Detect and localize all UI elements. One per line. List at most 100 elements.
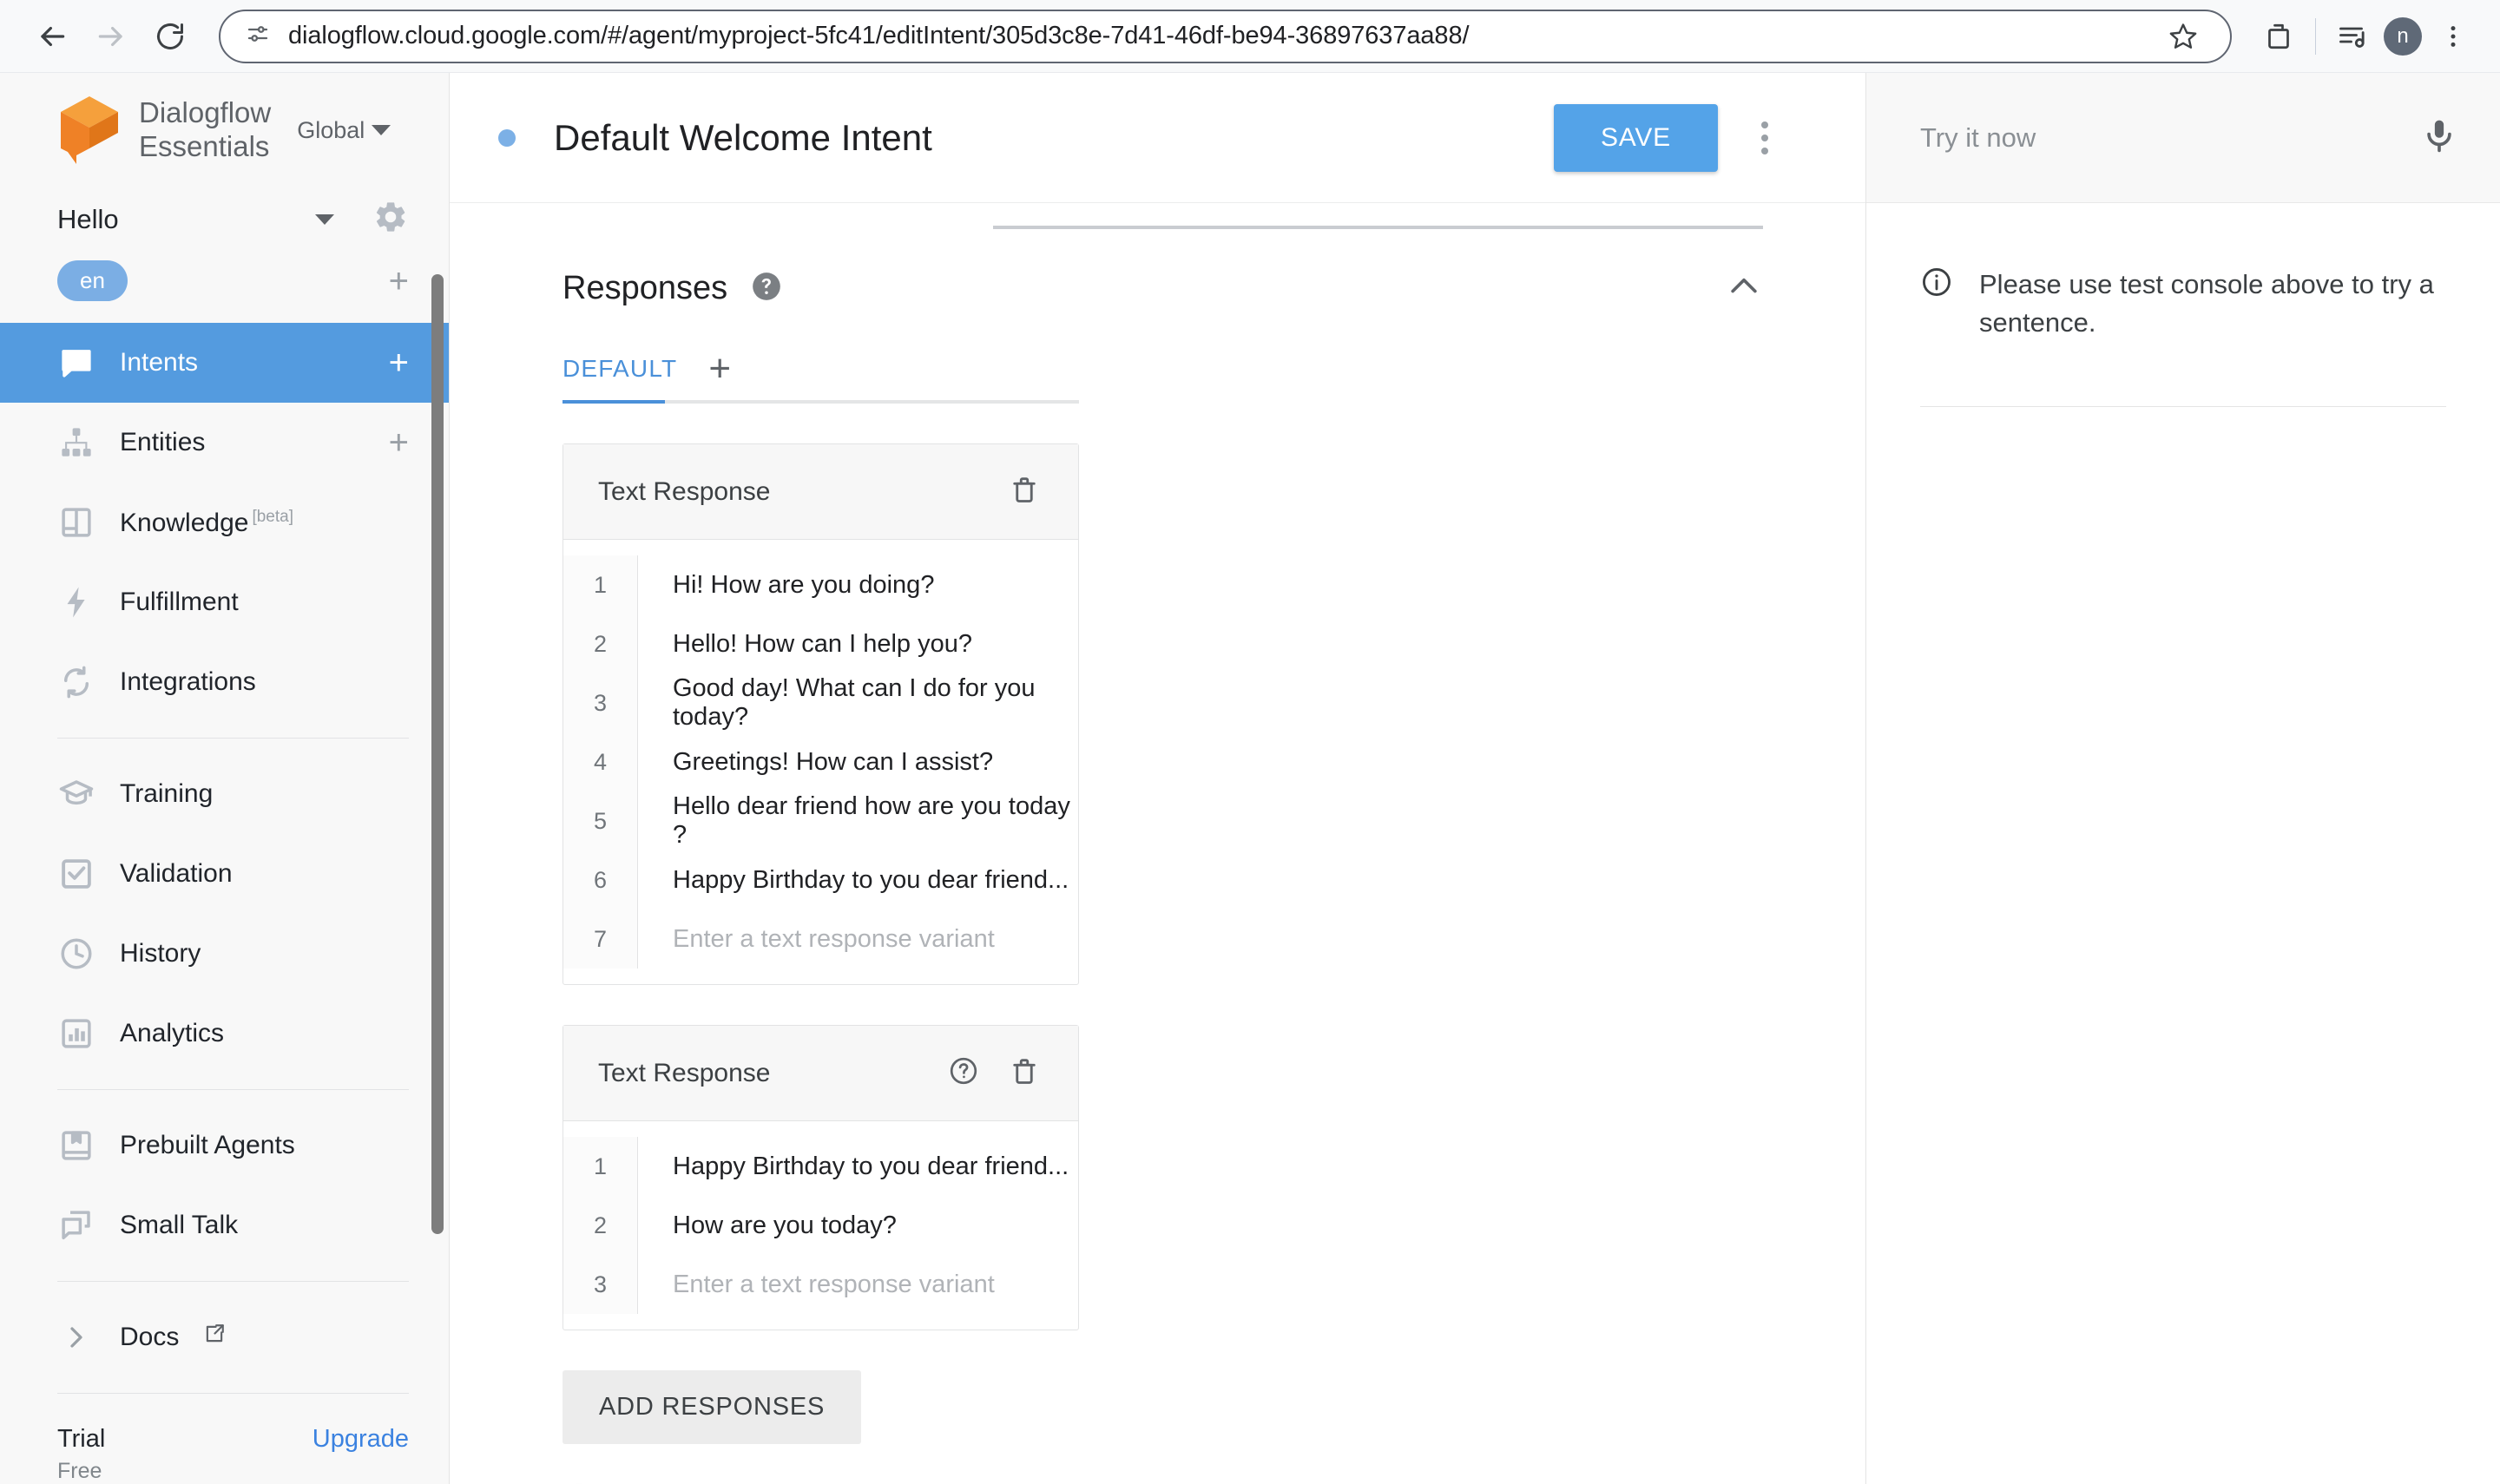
try-it-now-panel: Try it now Please use test console above… — [1866, 73, 2500, 1484]
variant-number: 6 — [563, 850, 638, 909]
add-language-button[interactable]: + — [389, 264, 409, 299]
variant-number: 2 — [563, 1196, 638, 1255]
intent-header: Default Welcome Intent SAVE — [450, 73, 1865, 203]
agent-name-label: Hello — [57, 203, 119, 234]
address-bar[interactable]: dialogflow.cloud.google.com/#/agent/mypr… — [219, 9, 2232, 63]
sidebar-item-analytics[interactable]: Analytics — [0, 994, 449, 1074]
variant-row-empty[interactable]: 7 Enter a text response variant — [563, 909, 1078, 969]
sidebar-item-history[interactable]: History — [0, 914, 449, 994]
site-settings-icon[interactable] — [245, 21, 271, 51]
agent-selector[interactable]: Hello — [0, 188, 449, 251]
region-label: Global — [297, 116, 365, 143]
sidebar-item-label: Analytics — [120, 1019, 225, 1047]
variant-number: 1 — [563, 1137, 638, 1196]
main-content: Default Welcome Intent SAVE Responses DE… — [450, 73, 1866, 1484]
forward-button[interactable] — [82, 7, 141, 66]
region-selector[interactable]: Global — [297, 117, 391, 144]
chrome-menu-icon[interactable] — [2429, 12, 2477, 61]
variant-text[interactable]: Hi! How are you doing? — [638, 571, 934, 600]
variant-number: 3 — [563, 1255, 638, 1314]
card-header: Text Response — [563, 1026, 1078, 1121]
variant-row[interactable]: 3 Good day! What can I do for you today? — [563, 673, 1078, 732]
variant-row[interactable]: 1 Hi! How are you doing? — [563, 555, 1078, 614]
variant-row-empty[interactable]: 3 Enter a text response variant — [563, 1255, 1078, 1314]
gear-icon[interactable] — [372, 199, 409, 240]
extensions-icon[interactable] — [2254, 12, 2303, 61]
sidebar-item-label: Small Talk — [120, 1211, 239, 1239]
sidebar-item-validation[interactable]: Validation — [0, 834, 449, 914]
profile-avatar[interactable]: n — [2384, 16, 2422, 56]
help-icon[interactable] — [750, 270, 783, 307]
sync-icon — [57, 663, 95, 701]
variant-text[interactable]: Greetings! How can I assist? — [638, 748, 993, 777]
back-button[interactable] — [23, 7, 82, 66]
sidebar-item-integrations[interactable]: Integrations — [0, 642, 449, 722]
delete-icon[interactable] — [1009, 474, 1040, 509]
sidebar-item-docs[interactable]: Docs — [0, 1297, 449, 1377]
sidebar-item-prebuilt-agents[interactable]: Prebuilt Agents — [0, 1106, 449, 1185]
language-chip-en[interactable]: en — [57, 260, 128, 302]
sidebar-item-entities[interactable]: Entities + — [0, 403, 449, 483]
chat-bubble-icon — [57, 344, 95, 382]
sidebar-item-label: Fulfillment — [120, 588, 239, 616]
help-icon[interactable] — [948, 1055, 979, 1091]
nav-divider — [57, 738, 409, 739]
variant-text[interactable]: Happy Birthday to you dear friend... — [638, 866, 1069, 895]
browser-toolbar: dialogflow.cloud.google.com/#/agent/mypr… — [0, 0, 2500, 73]
variant-input-placeholder[interactable]: Enter a text response variant — [638, 925, 995, 954]
bookmark-star-icon[interactable] — [2159, 12, 2207, 61]
chevron-down-icon[interactable] — [315, 213, 334, 225]
variant-text[interactable]: Hello dear friend how are you today ? — [638, 792, 1078, 850]
upgrade-link[interactable]: Upgrade — [312, 1425, 409, 1454]
variant-row[interactable]: 6 Happy Birthday to you dear friend... — [563, 850, 1078, 909]
tab-default[interactable]: DEFAULT — [562, 355, 677, 400]
variant-row[interactable]: 5 Hello dear friend how are you today ? — [563, 791, 1078, 850]
book-icon — [57, 503, 95, 542]
variant-input-placeholder[interactable]: Enter a text response variant — [638, 1271, 995, 1299]
save-button[interactable]: SAVE — [1553, 103, 1718, 172]
language-row: en + — [0, 251, 449, 311]
variant-row[interactable]: 2 How are you today? — [563, 1196, 1078, 1255]
add-responses-button[interactable]: ADD RESPONSES — [562, 1370, 862, 1444]
reload-button[interactable] — [141, 7, 200, 66]
variant-text[interactable]: How are you today? — [638, 1211, 897, 1240]
variant-text[interactable]: Good day! What can I do for you today? — [638, 674, 1078, 732]
try-it-now-input[interactable]: Try it now — [1920, 122, 2420, 154]
reading-list-icon[interactable] — [2328, 12, 2377, 61]
sidebar-item-knowledge[interactable]: Knowledge [beta] — [0, 483, 449, 562]
external-link-icon — [203, 1323, 226, 1352]
sidebar-item-fulfillment[interactable]: Fulfillment — [0, 562, 449, 642]
graduation-cap-icon — [57, 775, 95, 813]
sidebar-item-label: Docs — [120, 1323, 180, 1351]
sidebar-item-label: Integrations — [120, 667, 256, 696]
two-bubbles-icon — [57, 1206, 95, 1244]
sidebar-item-small-talk[interactable]: Small Talk — [0, 1185, 449, 1265]
delete-icon[interactable] — [1009, 1055, 1040, 1091]
variant-list: 1 Hi! How are you doing? 2 Hello! How ca… — [563, 555, 1078, 969]
brand-title: Dialogflow Essentials — [139, 96, 272, 163]
responses-scroll-area: Responses DEFAULT + Text Response 1 Hi! … — [450, 203, 1865, 1484]
variant-text[interactable]: Happy Birthday to you dear friend... — [638, 1152, 1069, 1181]
variant-row[interactable]: 4 Greetings! How can I assist? — [563, 732, 1078, 791]
responses-tabs: DEFAULT + — [498, 349, 1817, 400]
variant-text[interactable]: Hello! How can I help you? — [638, 630, 972, 659]
variant-row[interactable]: 1 Happy Birthday to you dear friend... — [563, 1137, 1078, 1196]
responses-section-header: Responses — [498, 229, 1763, 310]
sidebar-item-training[interactable]: Training — [0, 754, 449, 834]
page-title[interactable]: Default Welcome Intent — [554, 117, 1554, 159]
variant-row[interactable]: 2 Hello! How can I help you? — [563, 614, 1078, 673]
create-entity-button[interactable]: + — [389, 425, 409, 460]
try-it-now-header: Try it now — [1866, 73, 2500, 203]
microphone-icon[interactable] — [2420, 116, 2458, 159]
bolt-icon — [57, 583, 95, 621]
sidebar-scrollbar[interactable] — [431, 274, 444, 1234]
brand-header[interactable]: Dialogflow Essentials Global — [0, 73, 449, 188]
variant-number: 1 — [563, 555, 638, 614]
beta-badge: [beta] — [252, 507, 293, 526]
add-tab-button[interactable]: + — [708, 349, 731, 397]
sidebar-item-intents[interactable]: Intents + — [0, 323, 449, 403]
variant-number: 4 — [563, 732, 638, 791]
create-intent-button[interactable]: + — [389, 345, 409, 380]
more-options-icon[interactable] — [1737, 110, 1793, 166]
collapse-chevron-up-icon[interactable] — [1725, 267, 1763, 310]
